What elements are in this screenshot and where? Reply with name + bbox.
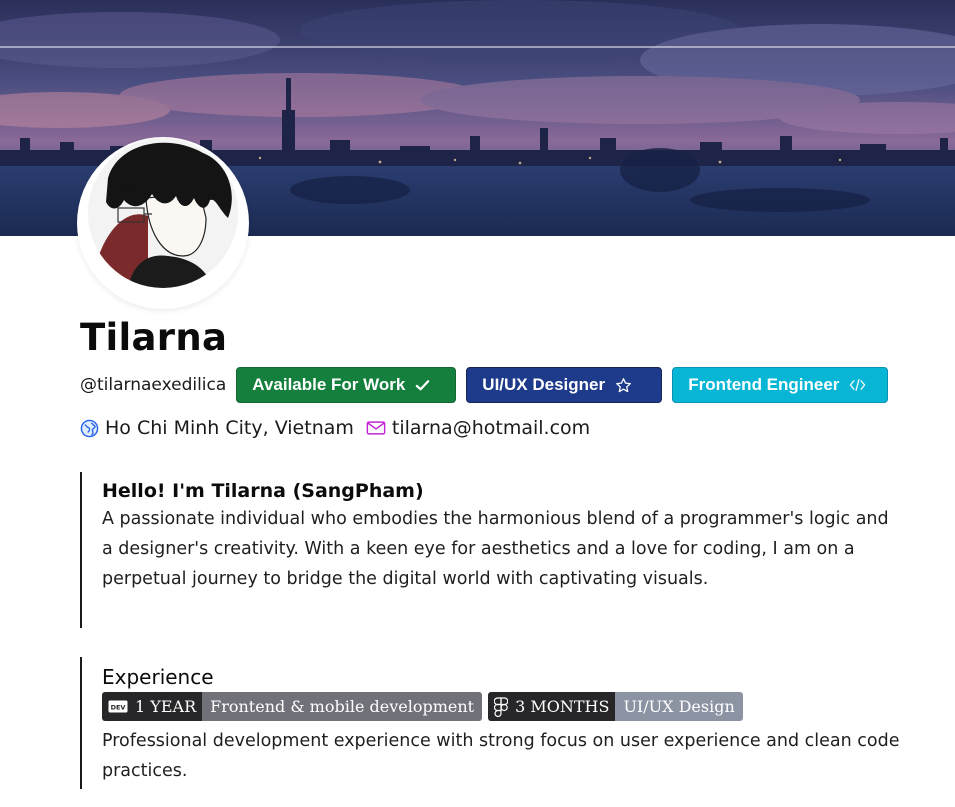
experience-field: Frontend & mobile development <box>202 692 483 721</box>
experience-tag-dev: DEV 1 YEAR Frontend & mobile development <box>102 692 483 721</box>
intro-title: Hello! I'm Tilarna (SangPham) <box>102 480 424 502</box>
experience-duration: 3 MONTHS <box>515 697 610 716</box>
experience-body: Professional development experience with… <box>102 731 900 781</box>
profile-handle: @tilarnaexedilica <box>80 375 227 395</box>
experience-tags: DEV 1 YEAR Frontend & mobile development <box>102 692 900 722</box>
handle-row: @tilarnaexedilica Available For Work UI/… <box>80 366 898 404</box>
location-text: Ho Chi Minh City, Vietnam <box>105 417 354 439</box>
svg-text:DEV: DEV <box>111 704 126 712</box>
globe-icon <box>80 419 99 438</box>
experience-duration: 1 YEAR <box>135 697 197 716</box>
experience-field: UI/UX Design <box>615 692 743 721</box>
experience-section: Experience DEV 1 YEAR Frontend & mobile … <box>80 657 900 789</box>
email-link[interactable]: tilarna@hotmail.com <box>392 417 590 439</box>
figma-icon <box>494 696 509 717</box>
badge-label: UI/UX Designer <box>482 375 606 394</box>
code-icon <box>849 378 866 392</box>
dev-icon: DEV <box>108 700 128 713</box>
frontend-engineer-badge: Frontend Engineer <box>672 367 889 403</box>
star-icon <box>615 377 632 394</box>
mail-icon <box>366 420 386 436</box>
ui-ux-designer-badge: UI/UX Designer <box>466 367 663 403</box>
avatar[interactable] <box>88 138 238 288</box>
intro-section: Hello! I'm Tilarna (SangPham) A passiona… <box>80 472 900 628</box>
experience-title: Experience <box>102 665 214 689</box>
badge-label: Available For Work <box>252 375 406 394</box>
profile-name: Tilarna <box>80 316 228 359</box>
intro-body: A passionate individual who embodies the… <box>102 509 889 589</box>
available-for-work-badge: Available For Work <box>236 367 457 403</box>
experience-tag-figma: 3 MONTHS UI/UX Design <box>488 692 743 721</box>
check-icon <box>415 378 430 393</box>
badge-label: Frontend Engineer <box>688 375 840 394</box>
contact-row: Ho Chi Minh City, Vietnam tilarna@hotmai… <box>80 414 590 442</box>
